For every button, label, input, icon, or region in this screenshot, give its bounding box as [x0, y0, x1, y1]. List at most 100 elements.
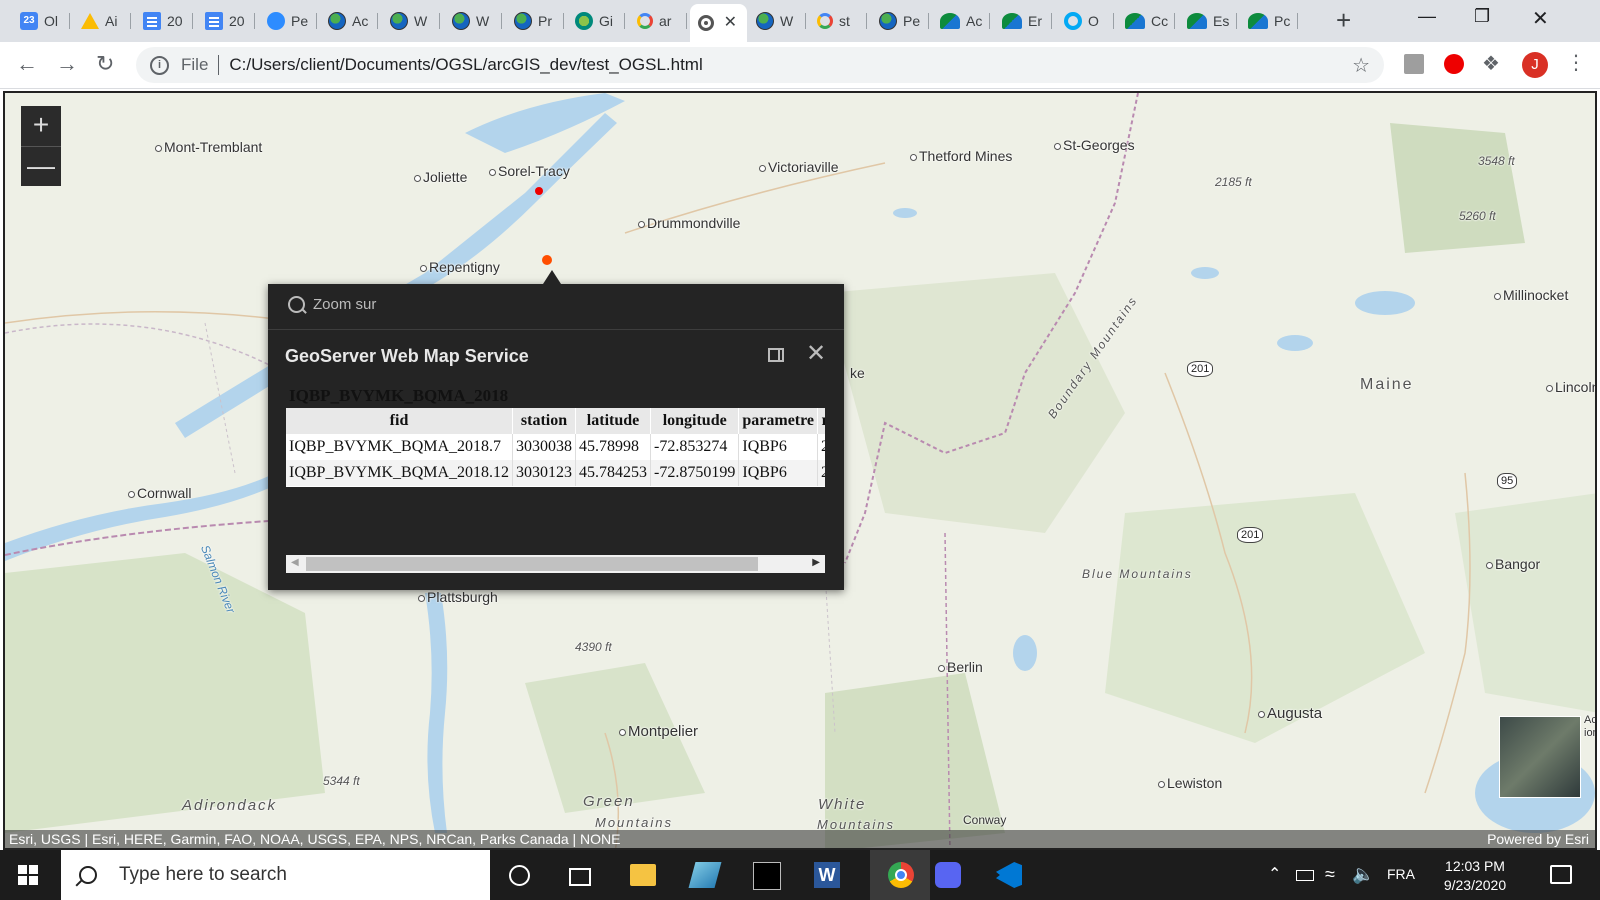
popup-close-icon[interactable]: ✕	[806, 342, 826, 366]
zoom-to-action[interactable]: Zoom sur	[288, 296, 376, 313]
back-arrow-icon[interactable]: ←	[16, 52, 38, 76]
place-label-cornwall: Cornwall	[127, 485, 192, 501]
file-explorer-icon[interactable]	[630, 864, 656, 886]
mountain-label-green-mountains: Mountains	[595, 815, 673, 830]
window-close-button[interactable]: ✕	[1532, 6, 1549, 31]
zoom-in-button[interactable]: +	[21, 106, 61, 147]
browser-tab[interactable]: Pc	[1240, 6, 1298, 36]
address-separator	[218, 55, 220, 75]
menu-kebab-icon[interactable]: ⋮	[1566, 50, 1586, 75]
pdf-extension-icon[interactable]	[1404, 54, 1424, 74]
minimize-button[interactable]: —	[1418, 6, 1436, 27]
taskbar-search-box[interactable]: Type here to search	[61, 850, 490, 900]
browser-tab[interactable]: 20	[135, 6, 193, 36]
place-label-sorel-tracy: Sorel-Tracy	[489, 163, 570, 179]
zoom-to-icon	[288, 296, 305, 313]
reload-icon[interactable]: ↻	[96, 52, 114, 76]
browser-tab[interactable]: Ai	[73, 6, 131, 36]
search-icon	[79, 866, 97, 884]
browser-tab[interactable]: Cc	[1117, 6, 1175, 36]
extensions-puzzle-icon[interactable]: ❖	[1482, 51, 1502, 75]
browser-tab[interactable]: Es	[1179, 6, 1237, 36]
table-cell: 3030038	[512, 434, 577, 460]
bookmark-star-icon[interactable]: ☆	[1352, 53, 1370, 78]
chrome-icon	[888, 862, 914, 888]
vscode-icon[interactable]	[996, 862, 1022, 888]
browser-tab[interactable]: W	[444, 6, 502, 36]
google-icon	[637, 13, 653, 29]
browser-tab[interactable]: O	[1056, 6, 1114, 36]
word-icon[interactable]: W	[814, 862, 840, 888]
volume-icon[interactable]: 🔈	[1352, 864, 1374, 885]
horizontal-scrollbar[interactable]: ◀ ▶	[286, 555, 825, 573]
tab-close-icon[interactable]: ✕	[724, 12, 737, 32]
place-label-thetford-mines: Thetford Mines	[909, 148, 1013, 164]
attribute-table: fidstationlatitudelongitudeparametrer IQ…	[286, 408, 825, 486]
tab-title: Ac	[352, 13, 369, 29]
terminal-icon[interactable]	[753, 862, 781, 890]
browser-tab[interactable]: Pr	[506, 6, 564, 36]
browser-tab[interactable]: ✕	[690, 4, 747, 42]
battery-icon[interactable]	[1296, 870, 1314, 881]
popup-pointer	[543, 270, 561, 284]
forward-arrow-icon[interactable]: →	[56, 52, 78, 76]
browser-tab[interactable]: 23 Ol	[12, 6, 70, 36]
tab-separator	[69, 13, 70, 29]
powered-by-esri[interactable]: Powered by Esri	[1487, 830, 1589, 848]
table-row: IQBP_BVYMK_BQMA_2018.12 3030123 45.784253-…	[286, 460, 825, 486]
browser-tab[interactable]: Ac	[932, 6, 990, 36]
task-view-icon[interactable]	[569, 868, 591, 886]
place-label-millinocket: Millinocket	[1493, 287, 1569, 303]
notepad-app-icon[interactable]	[688, 862, 722, 888]
profile-avatar[interactable]: J	[1522, 52, 1548, 78]
zoom-to-label: Zoom sur	[313, 296, 377, 313]
info-icon[interactable]: i	[150, 55, 169, 75]
tab-title: W	[414, 13, 428, 29]
feature-popup: Zoom sur GeoServer Web Map Service ✕ IQB…	[268, 270, 844, 590]
system-clock[interactable]: 12:03 PM 9/23/2020	[1432, 857, 1518, 895]
tray-chevron-up-icon[interactable]: ⌃	[1268, 864, 1281, 884]
chrome-taskbar-button[interactable]	[870, 850, 930, 900]
adblock-extension-icon[interactable]	[1444, 54, 1464, 74]
place-label-drummondville: Drummondville	[637, 215, 741, 231]
selected-feature-point[interactable]	[542, 255, 552, 265]
scroll-right-icon[interactable]: ▶	[812, 557, 820, 568]
maximize-button[interactable]: ❐	[1474, 6, 1490, 27]
windows-start-icon[interactable]	[18, 865, 38, 885]
browser-tab[interactable]: 20	[197, 6, 255, 36]
discord-icon[interactable]	[935, 862, 961, 888]
browser-tab[interactable]: Pe	[259, 6, 317, 36]
scroll-left-icon[interactable]: ◀	[291, 557, 299, 568]
scrollbar-thumb[interactable]	[306, 557, 758, 571]
tab-title: O	[1088, 13, 1099, 29]
table-cell: IQBP_BVYMK_BQMA_2018.7	[286, 434, 514, 460]
url-text[interactable]: C:/Users/client/Documents/OGSL/arcGIS_de…	[229, 55, 702, 75]
map-feature-point[interactable]	[535, 187, 543, 195]
wifi-icon[interactable]: ≈	[1325, 864, 1335, 885]
browser-tab[interactable]: ar	[629, 6, 687, 36]
zoom-icon	[267, 12, 285, 30]
table-row: IQBP_BVYMK_BQMA_2018.7 3030038 45.78998 -72…	[286, 434, 825, 460]
mountain-label-blue-1: Blue Mountains	[1082, 567, 1193, 581]
table-cell: 45.784253	[575, 460, 652, 486]
zoom-out-button[interactable]: —	[21, 147, 61, 187]
cortana-icon[interactable]	[509, 865, 530, 886]
notifications-icon[interactable]	[1550, 865, 1572, 884]
language-indicator[interactable]: FRA	[1387, 866, 1415, 882]
route-shield-201: 201	[1187, 361, 1214, 377]
new-tab-button[interactable]: +	[1336, 7, 1351, 33]
browser-tab[interactable]: Gi	[567, 6, 625, 36]
place-label-partial-ke: ke	[850, 365, 865, 381]
browser-tab[interactable]: W	[382, 6, 440, 36]
browser-tab[interactable]: Er	[994, 6, 1052, 36]
column-header-fid: fid	[286, 408, 514, 434]
browser-tab[interactable]: st	[809, 6, 867, 36]
column-header-latitude: latitude	[575, 408, 652, 434]
browser-tab[interactable]: W	[748, 6, 806, 36]
browser-tab[interactable]: Pe	[871, 6, 929, 36]
dock-icon[interactable]	[768, 348, 784, 362]
browser-tab[interactable]: Ac	[320, 6, 378, 36]
basemap-toggle-thumbnail[interactable]	[1499, 716, 1581, 798]
tab-separator	[989, 13, 990, 29]
address-bar[interactable]: i File C:/Users/client/Documents/OGSL/ar…	[136, 47, 1384, 83]
